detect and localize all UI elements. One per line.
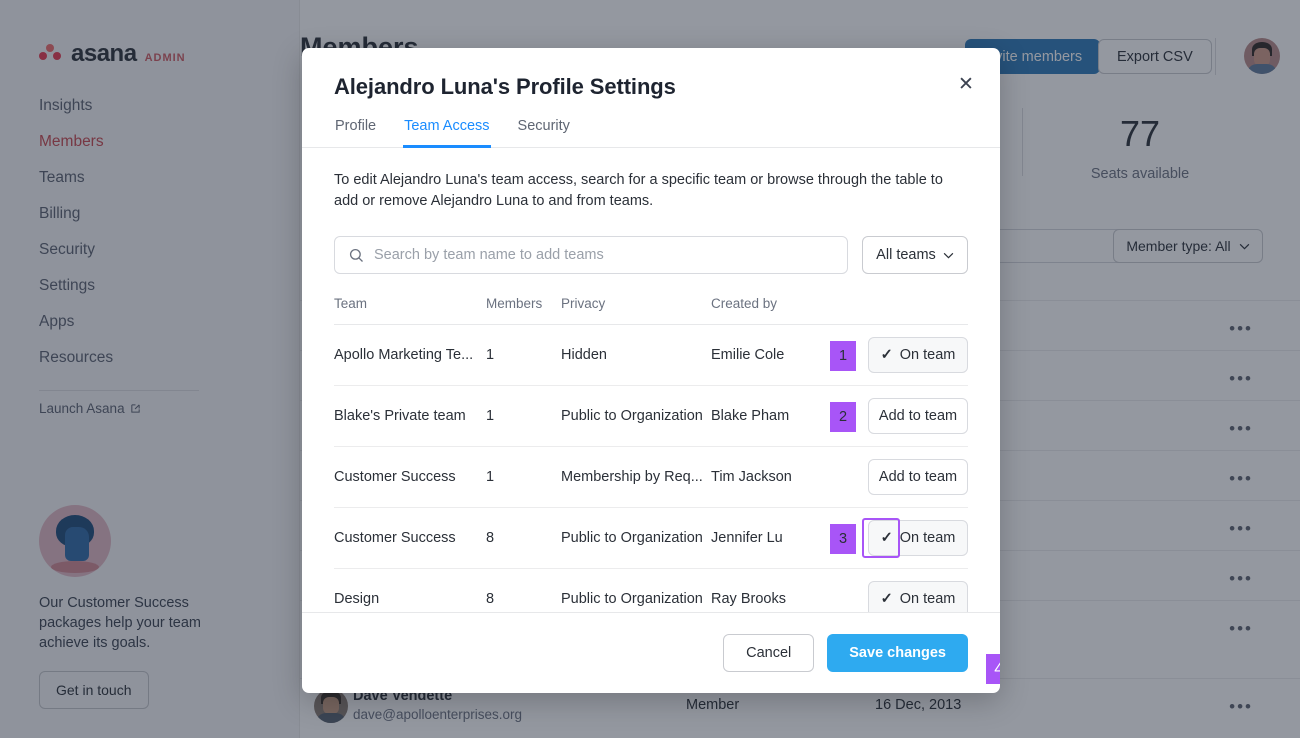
teams-table: Team Members Privacy Created by Apollo M… [334,296,968,612]
cancel-button[interactable]: Cancel [723,634,814,672]
column-privacy: Privacy [561,296,711,311]
annotation-badge-2: 2 [830,402,856,432]
modal-header: Alejandro Luna's Profile Settings ✕ [302,48,1000,100]
annotation-badge-3: 3 [830,524,856,554]
modal-body: To edit Alejandro Luna's team access, se… [302,148,1000,612]
check-icon: ✓ [881,531,893,546]
column-team: Team [334,296,486,311]
check-icon: ✓ [881,348,893,363]
on-team-button[interactable]: ✓ On team [868,337,968,373]
modal-tabs: Profile Team Access Security [302,118,1000,148]
save-changes-button[interactable]: Save changes [827,634,968,672]
on-team-button[interactable]: ✓ On team [868,581,968,612]
annotation-badge-4: 4 [986,654,1000,684]
table-row[interactable]: Customer Success 8 Public to Organizatio… [334,508,968,569]
tab-security[interactable]: Security [517,118,571,148]
teams-table-header: Team Members Privacy Created by [334,296,968,325]
table-row[interactable]: Apollo Marketing Te... 1 Hidden Emilie C… [334,325,968,386]
cell-members: 1 [486,347,561,363]
team-search-field[interactable] [334,236,848,274]
table-row[interactable]: Blake's Private team 1 Public to Organiz… [334,386,968,447]
close-icon[interactable]: ✕ [950,68,982,100]
cell-team: Apollo Marketing Te... [334,347,486,363]
cell-privacy: Public to Organization [561,530,711,546]
all-teams-dropdown[interactable]: All teams [862,236,968,274]
cell-privacy: Membership by Req... [561,469,711,485]
on-team-label: On team [900,347,956,363]
cell-team: Design [334,591,486,607]
search-icon [349,248,364,263]
cell-privacy: Hidden [561,347,711,363]
table-row[interactable]: Design 8 Public to Organization Ray Broo… [334,569,968,612]
chevron-down-icon [943,252,954,259]
modal-description: To edit Alejandro Luna's team access, se… [334,170,959,212]
screen: asana ADMIN Insights Members Teams Billi… [0,0,1300,738]
cell-team: Customer Success [334,469,486,485]
cell-members: 8 [486,591,561,607]
modal-title: Alejandro Luna's Profile Settings [334,74,968,100]
cell-team: Customer Success [334,530,486,546]
on-team-label: On team [900,591,956,607]
add-to-team-button[interactable]: Add to team [868,459,968,495]
add-to-team-button[interactable]: Add to team [868,398,968,434]
tab-team-access[interactable]: Team Access [403,118,490,148]
cell-members: 1 [486,408,561,424]
modal-footer: Cancel Save changes 4 [302,612,1000,693]
column-created-by: Created by [711,296,848,311]
profile-settings-modal: Alejandro Luna's Profile Settings ✕ Prof… [302,48,1000,693]
team-search-input[interactable] [374,247,847,263]
modal-controls: All teams [334,236,968,274]
cell-members: 1 [486,469,561,485]
annotation-badge-1: 1 [830,341,856,371]
column-members: Members [486,296,561,311]
cell-privacy: Public to Organization [561,408,711,424]
cell-privacy: Public to Organization [561,591,711,607]
add-to-team-label: Add to team [879,408,957,424]
check-icon: ✓ [881,592,893,607]
all-teams-label: All teams [876,247,936,263]
cell-team: Blake's Private team [334,408,486,424]
tab-profile[interactable]: Profile [334,118,377,148]
on-team-button[interactable]: ✓ On team [868,520,968,556]
table-row[interactable]: Customer Success 1 Membership by Req... … [334,447,968,508]
cell-members: 8 [486,530,561,546]
add-to-team-label: Add to team [879,469,957,485]
on-team-label: On team [900,530,956,546]
